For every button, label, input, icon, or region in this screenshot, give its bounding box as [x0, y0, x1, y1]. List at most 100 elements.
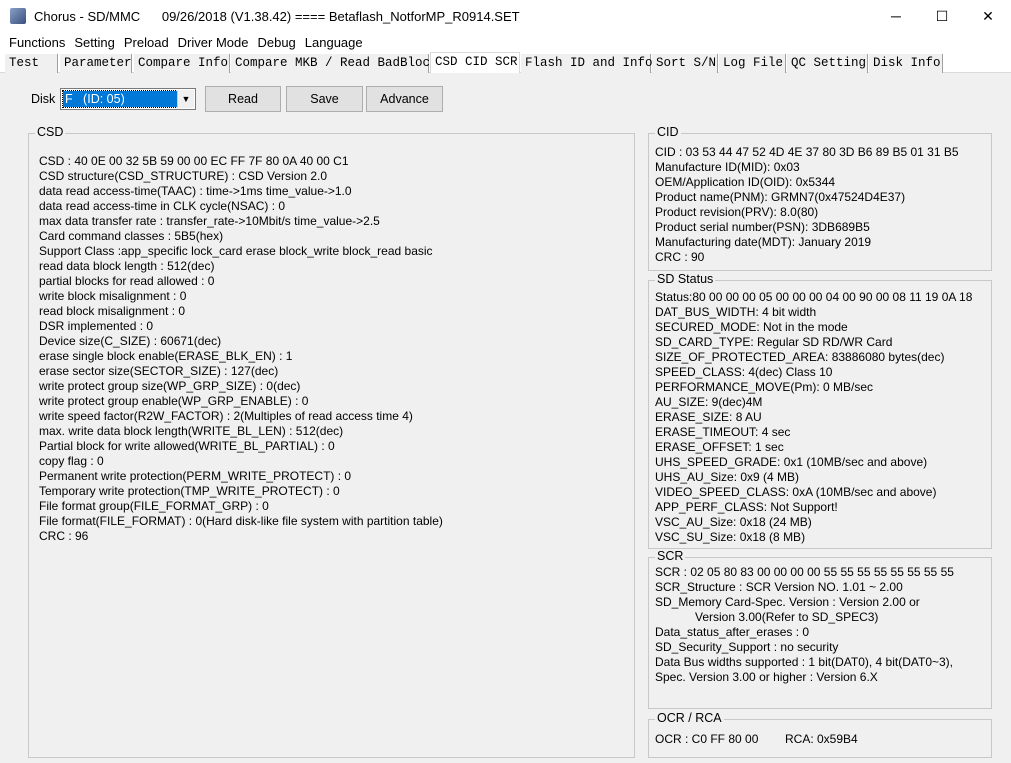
sd-status-title: SD Status [655, 272, 716, 286]
scr-title: SCR [655, 549, 686, 563]
info-line: PERFORMANCE_MOVE(Pm): 0 MB/sec [655, 380, 874, 394]
info-line: Status:80 00 00 00 05 00 00 00 04 00 90 … [655, 290, 973, 304]
save-button[interactable]: Save [286, 86, 363, 112]
maximize-button[interactable]: ☐ [919, 0, 965, 32]
cid-group: CID CID : 03 53 44 47 52 4D 4E 37 80 3D … [648, 125, 992, 271]
csd-group: CSD CSD : 40 0E 00 32 5B 59 00 00 EC FF … [28, 125, 635, 758]
info-line: SD_Memory Card-Spec. Version : Version 2… [655, 595, 920, 609]
info-line: Version 3.00(Refer to SD_SPEC3) [695, 610, 879, 624]
info-line: ERASE_OFFSET: 1 sec [655, 440, 784, 454]
menu-setting[interactable]: Setting [65, 35, 114, 50]
info-line: max. write data block length(WRITE_BL_LE… [39, 424, 344, 438]
info-line: SECURED_MODE: Not in the mode [655, 320, 848, 334]
tab-csd-cid-scr[interactable]: CSD CID SCR [430, 52, 520, 73]
disk-select-value: F (ID: 05) [62, 90, 178, 108]
rca-value: RCA: 0x59B4 [785, 732, 858, 746]
info-line: max data transfer rate : transfer_rate->… [39, 214, 380, 228]
info-line: DAT_BUS_WIDTH: 4 bit width [655, 305, 817, 319]
info-line: write block misalignment : 0 [39, 289, 187, 303]
info-line: CSD : 40 0E 00 32 5B 59 00 00 EC FF 7F 8… [39, 154, 349, 168]
info-line: UHS_AU_Size: 0x9 (4 MB) [655, 470, 800, 484]
tab-compare-mkb[interactable]: Compare MKB / Read BadBlock [231, 54, 438, 73]
info-line: Product name(PNM): GRMN7(0x47524D4E37) [655, 190, 906, 204]
disk-label: Disk [31, 92, 56, 106]
menu-bar: Functions Setting Preload Driver Mode De… [0, 32, 1011, 52]
advance-button[interactable]: Advance [366, 86, 443, 112]
tab-test[interactable]: Test [5, 54, 58, 73]
info-line: write speed factor(R2W_FACTOR) : 2(Multi… [39, 409, 413, 423]
disk-select[interactable]: F (ID: 05) ▼ [60, 88, 196, 110]
ocr-rca-group: OCR / RCA OCR : C0 FF 80 00 RCA: 0x59B4 [648, 711, 992, 758]
info-line: write protect group size(WP_GRP_SIZE) : … [39, 379, 301, 393]
info-line: Product revision(PRV): 8.0(80) [655, 205, 819, 219]
info-line: Data_status_after_erases : 0 [655, 625, 810, 639]
sd-status-group: SD Status Status:80 00 00 00 05 00 00 00… [648, 272, 992, 549]
minimize-button[interactable]: ─ [873, 0, 919, 32]
scr-lines: SCR : 02 05 80 83 00 00 00 00 55 55 55 5… [655, 565, 954, 685]
menu-driver-mode[interactable]: Driver Mode [169, 35, 249, 50]
info-line: VIDEO_SPEED_CLASS: 0xA (10MB/sec and abo… [655, 485, 937, 499]
close-button[interactable]: ✕ [965, 0, 1011, 32]
info-line: SCR : 02 05 80 83 00 00 00 00 55 55 55 5… [655, 565, 954, 579]
info-line: ERASE_SIZE: 8 AU [655, 410, 762, 424]
menu-language[interactable]: Language [296, 35, 363, 50]
tab-log-file[interactable]: Log File [719, 54, 786, 73]
info-line: APP_PERF_CLASS: Not Support! [655, 500, 838, 514]
info-line: CRC : 96 [39, 529, 89, 543]
info-line: Partial block for write allowed(WRITE_BL… [39, 439, 335, 453]
info-line: Device size(C_SIZE) : 60671(dec) [39, 334, 222, 348]
info-line: VSC_AU_Size: 0x18 (24 MB) [655, 515, 812, 529]
info-line: CID : 03 53 44 47 52 4D 4E 37 80 3D B6 8… [655, 145, 959, 159]
info-line: Product serial number(PSN): 3DB689B5 [655, 220, 870, 234]
info-line: Spec. Version 3.00 or higher : Version 6… [655, 670, 878, 684]
info-line: SIZE_OF_PROTECTED_AREA: 83886080 bytes(d… [655, 350, 945, 364]
info-line: erase single block enable(ERASE_BLK_EN) … [39, 349, 293, 363]
ocr-value: OCR : C0 FF 80 00 [655, 732, 759, 746]
info-line: erase sector size(SECTOR_SIZE) : 127(dec… [39, 364, 279, 378]
tab-parameter[interactable]: Parameter [60, 54, 132, 73]
info-line: UHS_SPEED_GRADE: 0x1 (10MB/sec and above… [655, 455, 928, 469]
info-line: SPEED_CLASS: 4(dec) Class 10 [655, 365, 833, 379]
info-line: data read access-time(TAAC) : time->1ms … [39, 184, 352, 198]
info-line: Data Bus widths supported : 1 bit(DAT0),… [655, 655, 954, 669]
info-line: data read access-time in CLK cycle(NSAC)… [39, 199, 286, 213]
ocr-rca-title: OCR / RCA [655, 711, 724, 725]
info-line: SCR_Structure : SCR Version NO. 1.01 ~ 2… [655, 580, 903, 594]
cid-title: CID [655, 125, 681, 139]
info-line: File format(FILE_FORMAT) : 0(Hard disk-l… [39, 514, 443, 528]
title-bar: Chorus - SD/MMC 09/26/2018 (V1.38.42) ==… [0, 0, 1011, 32]
info-line: copy flag : 0 [39, 454, 104, 468]
info-line: read data block length : 512(dec) [39, 259, 215, 273]
csd-lines: CSD : 40 0E 00 32 5B 59 00 00 EC FF 7F 8… [39, 154, 443, 544]
info-line: Support Class :app_specific lock_card er… [39, 244, 433, 258]
info-line: VSC_SU_Size: 0x18 (8 MB) [655, 530, 806, 544]
info-line: write protect group enable(WP_GRP_ENABLE… [39, 394, 309, 408]
app-icon [10, 8, 26, 24]
menu-preload[interactable]: Preload [115, 35, 169, 50]
chevron-down-icon[interactable]: ▼ [177, 90, 194, 108]
cid-lines: CID : 03 53 44 47 52 4D 4E 37 80 3D B6 8… [655, 145, 959, 265]
info-line: SD_CARD_TYPE: Regular SD RD/WR Card [655, 335, 893, 349]
info-line: Manufacturing date(MDT): January 2019 [655, 235, 872, 249]
tab-compare-info[interactable]: Compare Info [134, 54, 230, 73]
tab-sort-sn[interactable]: Sort S/N [652, 54, 718, 73]
info-line: read block misalignment : 0 [39, 304, 186, 318]
tab-qc-setting[interactable]: QC Setting [787, 54, 868, 73]
info-line: CRC : 90 [655, 250, 705, 264]
read-button[interactable]: Read [205, 86, 281, 112]
tab-flash-id[interactable]: Flash ID and Info [521, 54, 653, 73]
info-line: Permanent write protection(PERM_WRITE_PR… [39, 469, 352, 483]
info-line: Card command classes : 5B5(hex) [39, 229, 224, 243]
info-line: Temporary write protection(TMP_WRITE_PRO… [39, 484, 340, 498]
menu-debug[interactable]: Debug [248, 35, 295, 50]
tab-bar: Test Parameter Compare Info Compare MKB … [0, 52, 1011, 73]
csd-title: CSD [35, 125, 66, 139]
scr-group: SCR SCR : 02 05 80 83 00 00 00 00 55 55 … [648, 549, 992, 709]
info-line: OEM/Application ID(OID): 0x5344 [655, 175, 836, 189]
tab-disk-info[interactable]: Disk Info [869, 54, 943, 73]
menu-functions[interactable]: Functions [0, 35, 65, 50]
window-title: Chorus - SD/MMC 09/26/2018 (V1.38.42) ==… [34, 8, 520, 24]
sd-status-lines: Status:80 00 00 00 05 00 00 00 04 00 90 … [655, 290, 972, 545]
info-line: partial blocks for read allowed : 0 [39, 274, 215, 288]
info-line: SD_Security_Support : no security [655, 640, 839, 654]
